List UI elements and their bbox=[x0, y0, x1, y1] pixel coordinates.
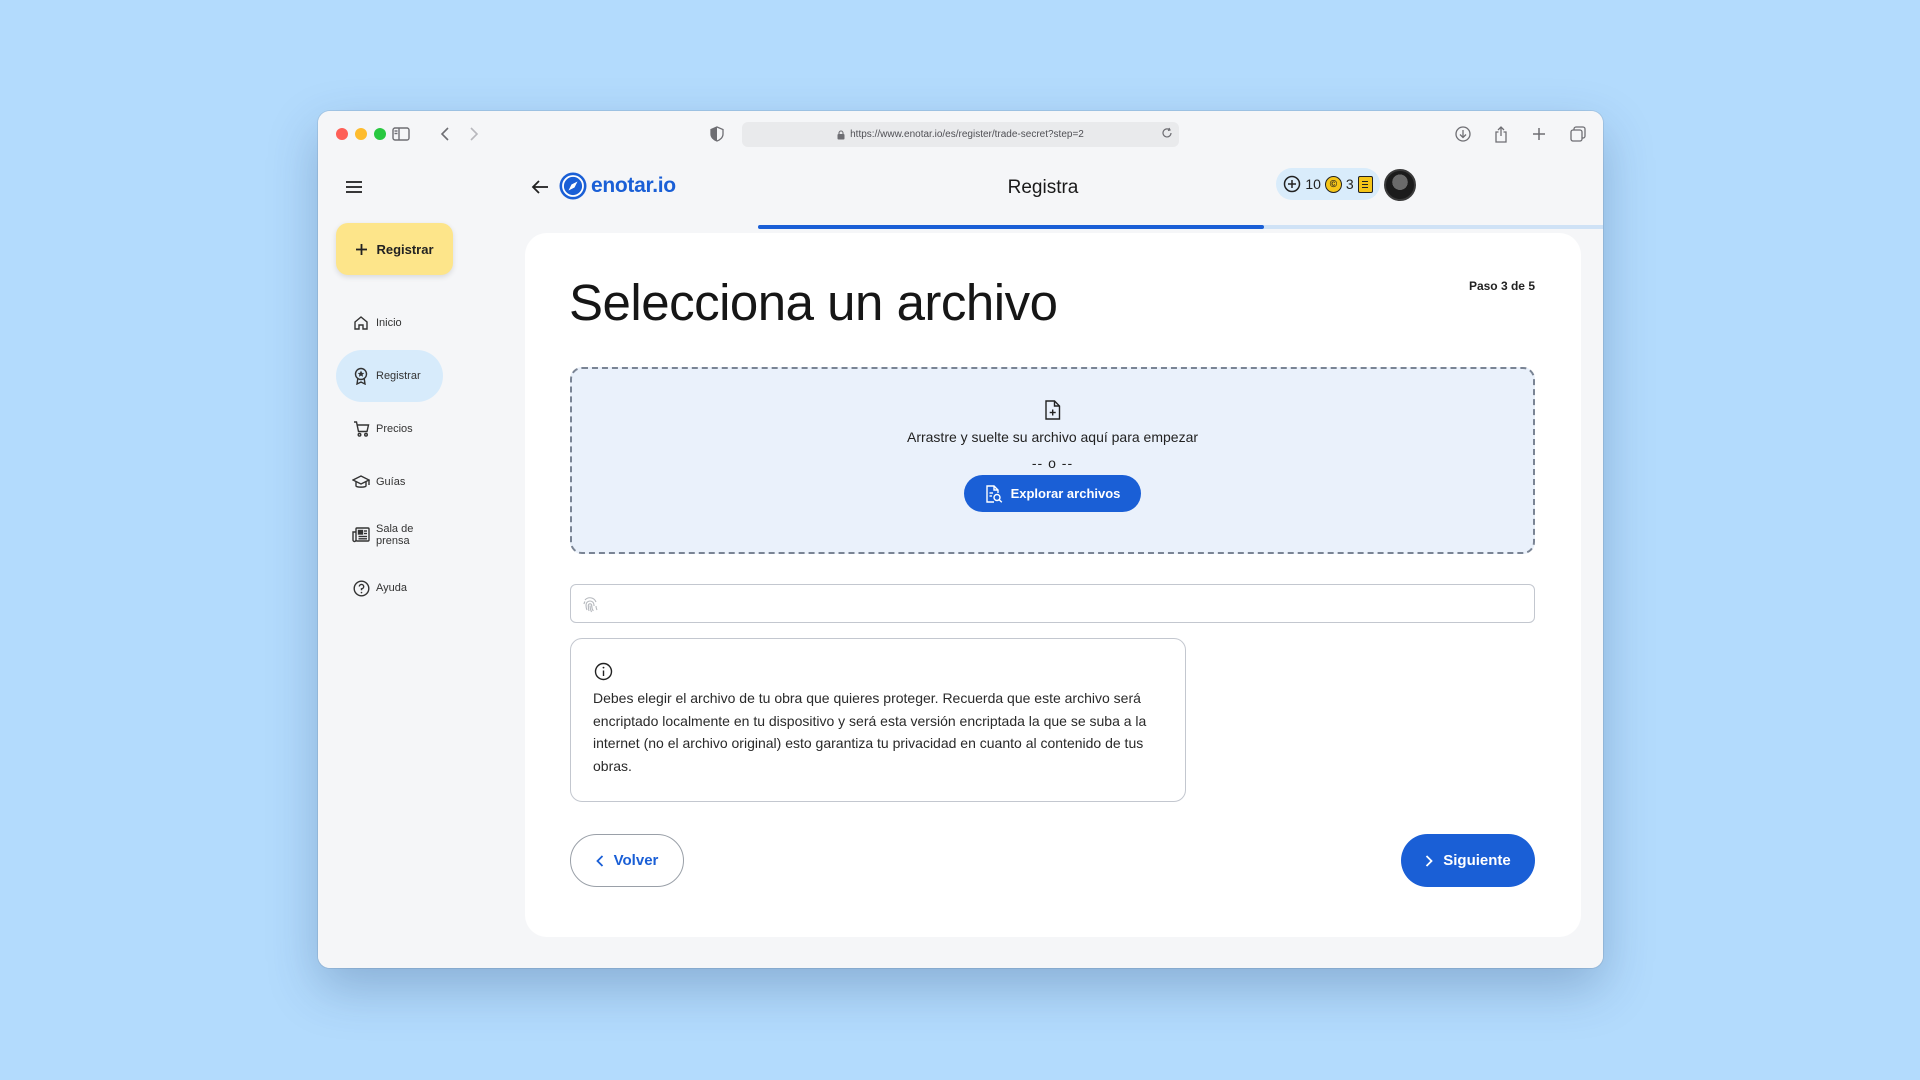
close-window-button[interactable] bbox=[336, 128, 348, 140]
back-button-label: Volver bbox=[613, 852, 659, 869]
info-text: Debes elegir el archivo de tu obra que q… bbox=[593, 690, 1147, 774]
sidebar-item-guias[interactable]: Guías bbox=[336, 456, 443, 508]
award-icon bbox=[352, 367, 370, 385]
fingerprint-icon bbox=[581, 595, 599, 613]
app-content: Registrar Inicio Registrar Precios Guías… bbox=[318, 157, 1603, 968]
info-icon bbox=[593, 661, 613, 681]
browser-window: https://www.enotar.io/es/register/trade-… bbox=[318, 111, 1603, 968]
home-icon bbox=[352, 314, 370, 332]
plus-icon bbox=[355, 243, 368, 256]
reload-icon[interactable] bbox=[1161, 127, 1173, 139]
progress-bar-fill bbox=[758, 225, 1265, 229]
page-header-title: Registra bbox=[1007, 177, 1079, 198]
logo-text: enotar.io bbox=[591, 174, 676, 197]
sidebar-toggle-icon[interactable] bbox=[390, 123, 412, 145]
credits-badge[interactable]: 10 © 3 bbox=[1276, 168, 1380, 200]
explore-files-button[interactable]: Explorar archivos bbox=[964, 475, 1141, 512]
back-button[interactable]: Volver bbox=[570, 834, 684, 887]
back-arrow-icon[interactable] bbox=[528, 175, 552, 199]
browser-toolbar: https://www.enotar.io/es/register/trade-… bbox=[318, 111, 1603, 157]
graduation-cap-icon bbox=[352, 473, 370, 491]
sidebar-item-precios[interactable]: Precios bbox=[336, 403, 443, 455]
register-button[interactable]: Registrar bbox=[336, 223, 453, 275]
minimize-window-button[interactable] bbox=[355, 128, 367, 140]
next-button[interactable]: Siguiente bbox=[1401, 834, 1535, 887]
register-button-label: Registrar bbox=[376, 241, 434, 257]
sidebar-item-sala-de-prensa[interactable]: Sala de prensa bbox=[336, 509, 443, 561]
credits-count: 10 bbox=[1305, 176, 1321, 192]
sidebar-item-label: Guías bbox=[376, 476, 406, 488]
step-indicator: Paso 3 de 5 bbox=[1468, 279, 1535, 293]
chevron-left-icon bbox=[595, 854, 604, 867]
sidebar-item-ayuda[interactable]: Ayuda bbox=[336, 562, 443, 614]
avatar[interactable] bbox=[1384, 169, 1416, 201]
url-text: https://www.enotar.io/es/register/trade-… bbox=[850, 129, 1084, 140]
file-hash-field[interactable] bbox=[570, 584, 1535, 623]
sidebar-item-label: Precios bbox=[376, 423, 413, 435]
certificate-icon bbox=[1357, 175, 1373, 193]
next-button-label: Siguiente bbox=[1443, 852, 1511, 869]
explore-files-label: Explorar archivos bbox=[1010, 486, 1121, 501]
share-icon[interactable] bbox=[1490, 123, 1512, 145]
cart-icon bbox=[352, 420, 370, 438]
page-title: Selecciona un archivo bbox=[569, 274, 1058, 331]
help-circle-icon bbox=[352, 579, 370, 597]
sidebar-nav: Inicio Registrar Precios Guías Sala de p… bbox=[336, 297, 486, 615]
maximize-window-button[interactable] bbox=[374, 128, 386, 140]
file-dropzone[interactable]: Arrastre y suelte su archivo aquí para e… bbox=[570, 367, 1535, 554]
compass-logo-icon bbox=[558, 171, 588, 201]
sidebar-item-label: Inicio bbox=[376, 317, 402, 329]
chevron-right-icon bbox=[1425, 854, 1434, 867]
sidebar-item-label: Registrar bbox=[376, 370, 421, 382]
sidebar-item-inicio[interactable]: Inicio bbox=[336, 297, 443, 349]
main-card: Selecciona un archivo Paso 3 de 5 Arrast… bbox=[525, 233, 1581, 937]
sidebar-item-label: Sala de prensa bbox=[376, 523, 414, 547]
coin-icon: © bbox=[1324, 175, 1342, 193]
coins-count: 3 bbox=[1345, 176, 1354, 192]
browser-back-icon[interactable] bbox=[434, 123, 456, 145]
file-search-icon bbox=[985, 484, 1003, 503]
new-tab-icon[interactable] bbox=[1528, 123, 1550, 145]
newspaper-icon bbox=[352, 526, 370, 544]
sidebar-item-registrar[interactable]: Registrar bbox=[336, 350, 443, 402]
file-plus-icon bbox=[1042, 399, 1064, 421]
tab-overview-icon[interactable] bbox=[1567, 123, 1589, 145]
sidebar-item-label: Ayuda bbox=[376, 582, 407, 594]
menu-icon[interactable] bbox=[344, 177, 364, 197]
top-bar: enotar.io Registra 10 © 3 bbox=[528, 157, 1603, 229]
lock-icon bbox=[837, 129, 845, 140]
add-circle-icon bbox=[1283, 175, 1301, 193]
progress-bar bbox=[758, 225, 1603, 229]
dropzone-separator: -- o -- bbox=[1031, 455, 1074, 471]
download-icon[interactable] bbox=[1452, 123, 1474, 145]
dropzone-instructions: Arrastre y suelte su archivo aquí para e… bbox=[906, 429, 1199, 445]
info-box: Debes elegir el archivo de tu obra que q… bbox=[570, 638, 1186, 802]
address-bar[interactable]: https://www.enotar.io/es/register/trade-… bbox=[742, 122, 1179, 147]
privacy-shield-icon[interactable] bbox=[706, 123, 728, 145]
logo[interactable]: enotar.io bbox=[558, 171, 676, 201]
browser-forward-icon[interactable] bbox=[463, 123, 485, 145]
